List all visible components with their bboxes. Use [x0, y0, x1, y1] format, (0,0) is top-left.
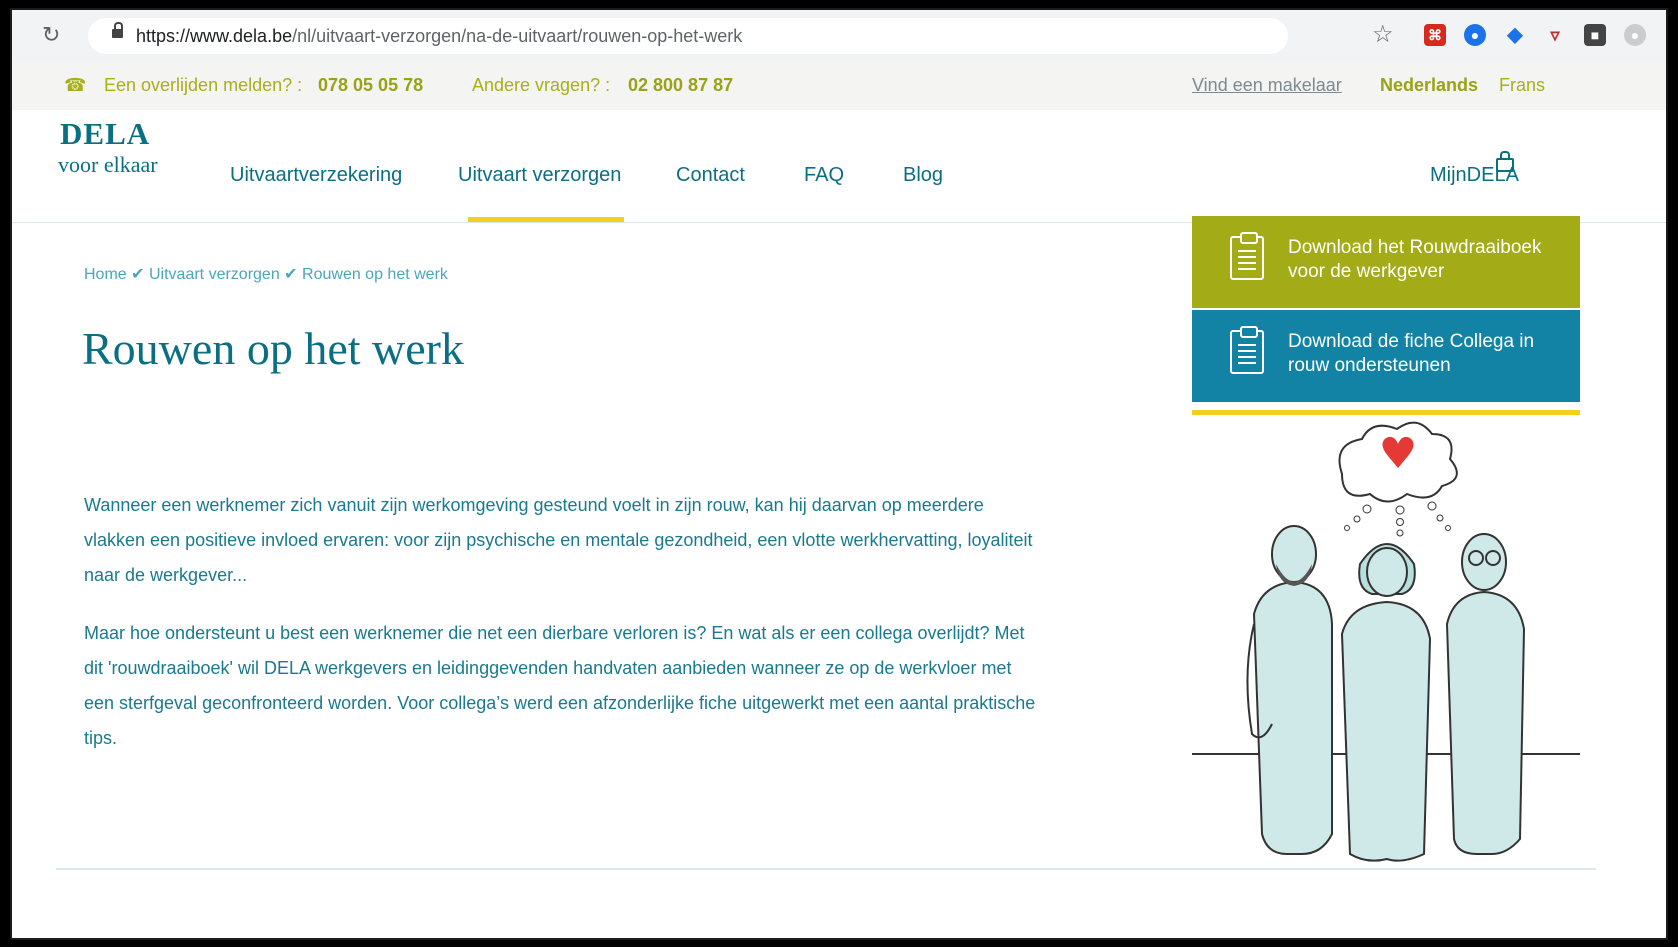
report-death-phone[interactable]: 078 05 05 78	[318, 75, 423, 96]
download-fiche-collega-button[interactable]: Download de fiche Collega in rouw onders…	[1192, 310, 1580, 402]
body-paragraph: Maar hoe ondersteunt u best een werkneme…	[84, 623, 1036, 748]
page-title: Rouwen op het werk	[82, 323, 464, 374]
nav-uitvaartverzekering[interactable]: Uitvaartverzekering	[230, 164, 402, 187]
phone-icon: ☎	[64, 75, 87, 95]
browser-window: ↻ https://www.dela.be/nl/uitvaart-verzor…	[10, 8, 1668, 940]
active-nav-indicator	[468, 217, 624, 222]
extension-diamond-icon[interactable]: ◆	[1504, 24, 1526, 46]
download-rouwdraaiboek-label: Download het Rouwdraaiboek voor de werkg…	[1288, 237, 1542, 282]
url-host: https://www.dela.be	[136, 26, 293, 46]
find-broker-link[interactable]: Vind een makelaar	[1192, 75, 1342, 96]
reload-icon[interactable]: ↻	[42, 22, 60, 48]
mijndela-link[interactable]: MijnDELA	[1430, 164, 1519, 187]
language-dutch-link[interactable]: Nederlands	[1380, 75, 1478, 96]
clipboard-icon	[1230, 232, 1264, 280]
bookmark-star-icon[interactable]: ☆	[1372, 20, 1394, 49]
logo[interactable]: DELA	[60, 116, 150, 152]
breadcrumb-separator-icon: ✔	[131, 266, 145, 283]
browser-toolbar: ↻ https://www.dela.be/nl/uitvaart-verzor…	[12, 10, 1666, 63]
address-bar[interactable]: https://www.dela.be/nl/uitvaart-verzorge…	[88, 18, 1288, 54]
extension-c-icon[interactable]: ■	[1584, 24, 1606, 46]
nav-uitvaart-verzorgen[interactable]: Uitvaart verzorgen	[458, 164, 621, 187]
extension-shield-icon[interactable]: ▿	[1544, 24, 1566, 46]
contact-info-bar: ☎ Een overlijden melden? : 078 05 05 78 …	[12, 62, 1666, 110]
url-path: /nl/uitvaart-verzorgen/na-de-uitvaart/ro…	[292, 26, 743, 46]
grieving-colleagues-illustration	[1192, 421, 1580, 862]
lock-icon	[112, 22, 123, 38]
other-questions-phone[interactable]: 02 800 87 87	[628, 75, 733, 96]
extension-blue-icon[interactable]: ●	[1464, 24, 1486, 46]
pdf-extension-icon[interactable]: ⌘	[1424, 24, 1446, 46]
report-death-label: Een overlijden melden? :	[104, 75, 303, 95]
nav-faq[interactable]: FAQ	[804, 164, 844, 187]
logo-tagline: voor elkaar	[58, 152, 158, 177]
profile-avatar-icon[interactable]: ●	[1624, 24, 1646, 46]
download-rouwdraaiboek-button[interactable]: Download het Rouwdraaiboek voor de werkg…	[1192, 216, 1580, 308]
url-text[interactable]: https://www.dela.be/nl/uitvaart-verzorge…	[136, 26, 742, 47]
language-french-link[interactable]: Frans	[1499, 75, 1545, 96]
site-header: DELA voor elkaar Uitvaartverzekering Uit…	[12, 110, 1666, 223]
breadcrumb-home[interactable]: Home	[84, 266, 127, 283]
breadcrumb-current: Rouwen op het werk	[302, 266, 448, 283]
clipboard-icon	[1230, 326, 1264, 374]
other-questions-label: Andere vragen? :	[472, 75, 611, 95]
nav-blog[interactable]: Blog	[903, 164, 943, 187]
divider	[56, 868, 1596, 870]
breadcrumb-separator-icon: ✔	[284, 266, 298, 283]
breadcrumb: Home ✔ Uitvaart verzorgen ✔ Rouwen op he…	[84, 264, 448, 284]
nav-contact[interactable]: Contact	[676, 164, 745, 187]
breadcrumb-uitvaart-verzorgen[interactable]: Uitvaart verzorgen	[149, 266, 280, 283]
download-fiche-collega-label: Download de fiche Collega in rouw onders…	[1288, 331, 1535, 376]
intro-paragraph: Wanneer een werknemer zich vanuit zijn w…	[84, 495, 1033, 585]
